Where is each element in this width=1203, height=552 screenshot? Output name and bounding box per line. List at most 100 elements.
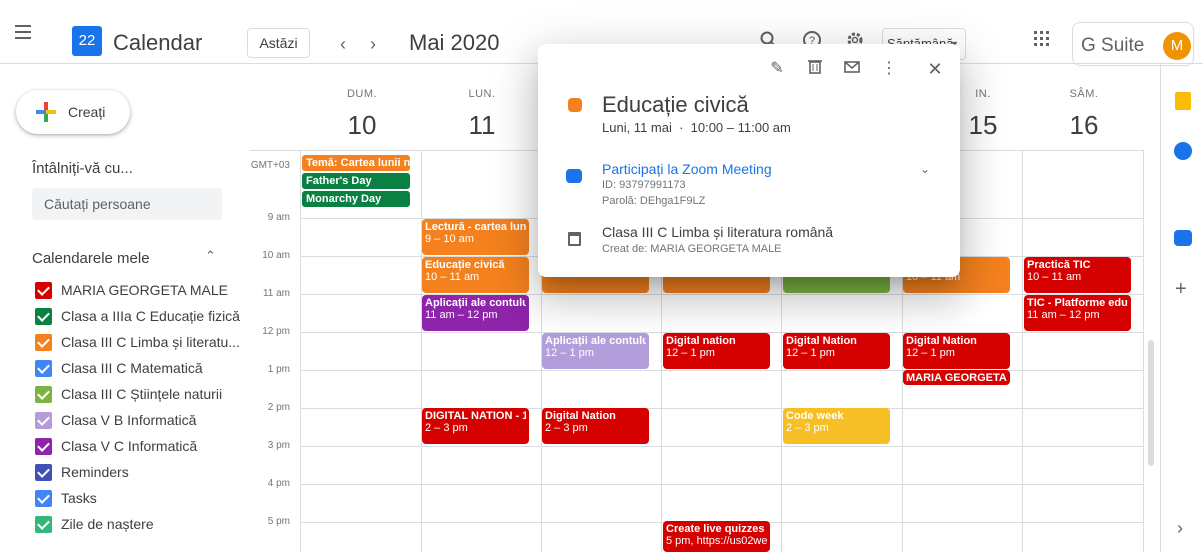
- calendar-event[interactable]: Digital Nation 2 – 3 pm: [542, 408, 649, 444]
- calendar-logo-icon[interactable]: 22: [72, 26, 102, 56]
- checkbox-checked-icon[interactable]: [35, 490, 52, 507]
- calendar-event[interactable]: Create live quizzes w5 pm, https://us02w…: [663, 521, 770, 552]
- hour-label: 10 am: [262, 250, 290, 261]
- event-time: 12 – 1 pm: [545, 347, 594, 359]
- current-month-label: Mai 2020: [409, 30, 500, 55]
- calendar-event[interactable]: Educație civică 10 – 11 am: [422, 257, 529, 293]
- delete-trash-icon[interactable]: [804, 58, 826, 80]
- checkbox-checked-icon[interactable]: [35, 464, 52, 481]
- close-icon[interactable]: ✕: [924, 58, 946, 80]
- checkbox-checked-icon[interactable]: [35, 282, 52, 299]
- calendar-list-item[interactable]: Zile de naștere: [32, 511, 232, 537]
- hour-gridline: [300, 484, 1144, 485]
- event-time: 2 – 3 pm: [545, 422, 588, 434]
- calendar-event[interactable]: Aplicații ale contului 11 am – 12 pm: [422, 295, 529, 331]
- calendar-list-item[interactable]: Tasks: [32, 485, 232, 511]
- avatar[interactable]: M: [1163, 32, 1191, 60]
- event-time: 11 am – 12 pm: [1027, 309, 1100, 321]
- calendar-label: MARIA GEORGETA MALE: [61, 282, 229, 298]
- checkbox-checked-icon[interactable]: [35, 334, 52, 351]
- column-divider: [1022, 150, 1023, 552]
- grid-scrollbar[interactable]: [1148, 340, 1154, 466]
- calendar-event[interactable]: Digital Nation 12 – 1 pm: [783, 333, 890, 369]
- calendar-label: Clasa V C Informatică: [61, 438, 198, 454]
- calendar-list-item[interactable]: Reminders: [32, 459, 232, 485]
- calendar-list-item[interactable]: Clasa III C Limba și literatu...: [32, 329, 240, 355]
- allday-event[interactable]: Temă: Cartea lunii n: [302, 155, 410, 171]
- event-calendar-name: Clasa III C Limba și literatura română: [602, 224, 834, 240]
- day-of-week: LUN.: [468, 88, 496, 100]
- edit-pencil-icon[interactable]: ✎: [766, 58, 788, 80]
- account-badge[interactable]: G Suite M: [1072, 22, 1194, 66]
- day-header-sat: SÂM. 16: [1024, 88, 1144, 141]
- calendar-event[interactable]: Digital nation 12 – 1 pm: [663, 333, 770, 369]
- calendar-list-item[interactable]: Clasa a IIIa C Educație fizică: [32, 303, 240, 329]
- day-number[interactable]: 10: [302, 110, 422, 141]
- zoom-icon: [566, 169, 582, 183]
- app-title[interactable]: Calendar: [113, 30, 202, 56]
- event-title: Create live quizzes w: [666, 523, 767, 535]
- previous-week-icon[interactable]: ‹: [340, 34, 346, 55]
- keep-icon[interactable]: [1175, 92, 1191, 110]
- checkbox-checked-icon[interactable]: [35, 360, 52, 377]
- calendar-event[interactable]: Aplicații ale contului 12 – 1 pm: [542, 333, 649, 369]
- day-number[interactable]: 11: [422, 110, 542, 141]
- event-title: Educație civică: [425, 259, 505, 271]
- expand-panel-icon[interactable]: ›: [1177, 518, 1183, 539]
- checkbox-checked-icon[interactable]: [35, 516, 52, 533]
- column-divider: [1143, 150, 1144, 552]
- chevron-up-icon[interactable]: ⌃: [205, 248, 216, 264]
- event-title: DIGITAL NATION - 1: [425, 410, 526, 422]
- event-title: Code week: [786, 410, 844, 422]
- plus-icon: [36, 102, 56, 122]
- calendar-list-item[interactable]: Clasa III C Științele naturii: [32, 381, 232, 407]
- event-title: Practică TIC: [1027, 259, 1091, 271]
- zoom-password: Parolă: DEhga1F9LZ: [602, 195, 706, 207]
- my-calendars-title[interactable]: Calendarele mele: [32, 250, 150, 267]
- column-divider: [421, 150, 422, 552]
- side-panel: + ›: [1160, 64, 1203, 552]
- meet-with-title: Întâlniți-vă cu...: [32, 160, 133, 177]
- calendar-list-item[interactable]: Clasa V C Informatică: [32, 433, 232, 459]
- calendar-event[interactable]: MARIA GEORGETA N: [903, 370, 1010, 385]
- calendar-event[interactable]: Practică TIC 10 – 11 am: [1024, 257, 1131, 293]
- event-title: Digital nation: [666, 335, 736, 347]
- create-button[interactable]: Creați: [16, 90, 130, 134]
- search-people-input[interactable]: Căutați persoane: [32, 188, 222, 220]
- next-week-icon[interactable]: ›: [370, 34, 376, 55]
- allday-event[interactable]: Father's Day: [302, 173, 410, 189]
- column-divider: [300, 150, 301, 552]
- checkbox-checked-icon[interactable]: [35, 386, 52, 403]
- calendar-event[interactable]: TIC - Platforme educ 11 am – 12 pm: [1024, 295, 1131, 331]
- expand-chevron-icon[interactable]: ⌄: [920, 162, 930, 176]
- tasks-icon[interactable]: [1174, 142, 1192, 160]
- day-header-sun: DUM. 10: [302, 88, 422, 141]
- email-envelope-icon[interactable]: [841, 58, 863, 80]
- add-addon-icon[interactable]: +: [1175, 278, 1187, 301]
- calendar-list-item[interactable]: Clasa V B Informatică: [32, 407, 232, 433]
- calendar-list-item[interactable]: MARIA GEORGETA MALE: [32, 277, 232, 303]
- zoom-addon-icon[interactable]: [1174, 230, 1192, 246]
- main-menu-icon[interactable]: [12, 20, 36, 44]
- checkbox-checked-icon[interactable]: [35, 412, 52, 429]
- calendar-event[interactable]: Lectură - cartea lunii 9 – 10 am: [422, 219, 529, 255]
- calendar-event[interactable]: Digital Nation 12 – 1 pm: [903, 333, 1010, 369]
- checkbox-checked-icon[interactable]: [35, 308, 52, 325]
- today-button[interactable]: Astăzi: [247, 28, 310, 58]
- checkbox-checked-icon[interactable]: [35, 438, 52, 455]
- event-time: 10 – 11 am: [1027, 271, 1082, 283]
- calendar-list-item[interactable]: Clasa III C Matematică: [32, 355, 232, 381]
- calendar-icon: [568, 232, 581, 246]
- apps-grid-icon[interactable]: [1030, 30, 1054, 54]
- allday-event[interactable]: Monarchy Day: [302, 191, 410, 207]
- event-time: 12 – 1 pm: [906, 347, 955, 359]
- calendar-event[interactable]: DIGITAL NATION - 12 – 3 pm: [422, 408, 529, 444]
- hour-label: 3 pm: [267, 440, 290, 451]
- day-number[interactable]: 16: [1024, 110, 1144, 141]
- calendar-event[interactable]: Code week 2 – 3 pm: [783, 408, 890, 444]
- calendar-label: Clasa III C Matematică: [61, 360, 203, 376]
- more-options-icon[interactable]: ⋮: [878, 58, 900, 80]
- zoom-join-link[interactable]: Participați la Zoom Meeting: [602, 161, 772, 177]
- event-date-time: Luni, 11 mai · 10:00 – 11:00 am: [602, 120, 791, 135]
- event-title: Educație civică: [602, 92, 749, 117]
